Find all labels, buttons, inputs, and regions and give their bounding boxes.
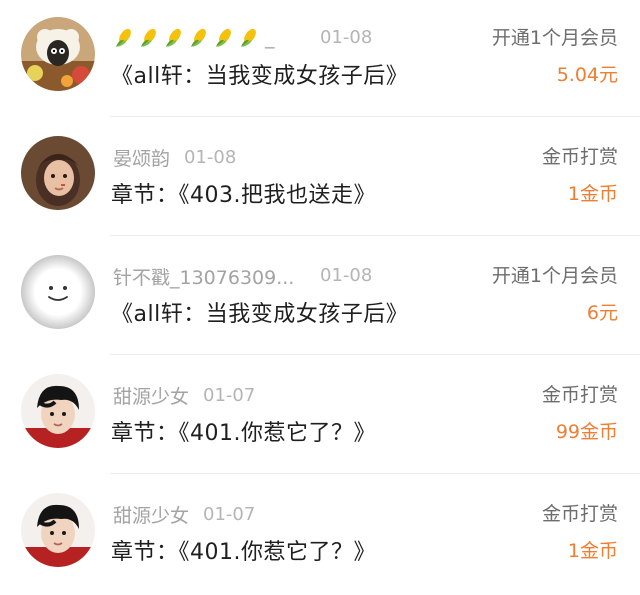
user-name-text: _ <box>265 27 275 49</box>
record-content[interactable]: 章节：《401.你惹它了？》 <box>111 534 376 566</box>
corn-icon <box>116 28 131 47</box>
corn-icon <box>141 28 156 47</box>
user-name[interactable]: 晏颂韵 01-08 <box>113 143 236 171</box>
avatar[interactable] <box>21 374 95 448</box>
corn-icon <box>216 28 231 47</box>
list-item[interactable]: 晏颂韵 01-08 章节：《403.把我也送走》 金币打赏 1金币 <box>0 119 640 238</box>
divider <box>110 116 640 117</box>
avatar[interactable] <box>21 255 95 329</box>
user-name[interactable]: 甜源少女 01-07 <box>113 500 255 528</box>
user-name-text: 甜源少女 <box>113 504 190 527</box>
record-content[interactable]: 章节：《401.你惹它了？》 <box>111 415 376 447</box>
record-action: 开通1个月会员 <box>491 27 618 49</box>
corn-icon <box>191 28 206 47</box>
reward-record-list: _ 01-08 《all轩：当我变成女孩子后》 开通1个月会员 5.04元 晏颂… <box>0 0 640 594</box>
corn-icon <box>166 28 181 47</box>
boy-photo-avatar-image <box>21 493 95 567</box>
user-name[interactable]: _ <box>113 24 275 52</box>
record-date: 01-08 <box>320 265 373 286</box>
boy-photo-avatar-image <box>21 374 95 448</box>
record-amount: 99金币 <box>555 421 618 443</box>
record-content[interactable]: 章节：《403.把我也送走》 <box>111 177 376 209</box>
record-date: 01-08 <box>184 146 237 168</box>
record-date: 01-07 <box>203 503 256 525</box>
list-item[interactable]: _ 01-08 《all轩：当我变成女孩子后》 开通1个月会员 5.04元 <box>0 0 640 119</box>
divider <box>110 473 640 474</box>
record-date: 01-07 <box>203 384 256 406</box>
list-item[interactable]: 甜源少女 01-07 章节：《401.你惹它了？》 金币打赏 99金币 <box>0 357 640 476</box>
user-name[interactable]: 针不戳_13076309... <box>113 262 294 290</box>
user-name-text: 甜源少女 <box>113 385 190 408</box>
avatar[interactable] <box>21 136 95 210</box>
record-action: 开通1个月会员 <box>491 265 618 287</box>
user-name-text: 针不戳_13076309... <box>113 266 295 289</box>
list-item[interactable]: 甜源少女 01-07 章节：《401.你惹它了？》 金币打赏 1金币 <box>0 476 640 595</box>
record-action: 金币打赏 <box>541 503 618 525</box>
user-name[interactable]: 甜源少女 01-07 <box>113 381 255 409</box>
divider <box>110 354 640 355</box>
record-amount: 1金币 <box>567 540 618 562</box>
avatar[interactable] <box>21 493 95 567</box>
user-name-text: 晏颂韵 <box>113 147 171 170</box>
record-amount: 5.04元 <box>556 64 618 86</box>
shaun-sheep-avatar-image <box>21 17 95 91</box>
record-amount: 1金币 <box>567 183 618 205</box>
record-date: 01-08 <box>320 27 373 48</box>
list-item[interactable]: 针不戳_13076309... 01-08 《all轩：当我变成女孩子后》 开通… <box>0 238 640 357</box>
divider <box>110 235 640 236</box>
record-amount: 6元 <box>586 302 618 324</box>
record-action: 金币打赏 <box>541 146 618 168</box>
avatar[interactable] <box>21 17 95 91</box>
record-content[interactable]: 《all轩：当我变成女孩子后》 <box>111 296 408 328</box>
record-action: 金币打赏 <box>541 384 618 406</box>
record-content[interactable]: 《all轩：当我变成女孩子后》 <box>111 58 408 90</box>
girl-photo-avatar-image <box>21 136 95 210</box>
smiley-avatar-image <box>21 255 95 329</box>
corn-emoji-row <box>113 27 263 49</box>
corn-icon <box>241 28 256 47</box>
